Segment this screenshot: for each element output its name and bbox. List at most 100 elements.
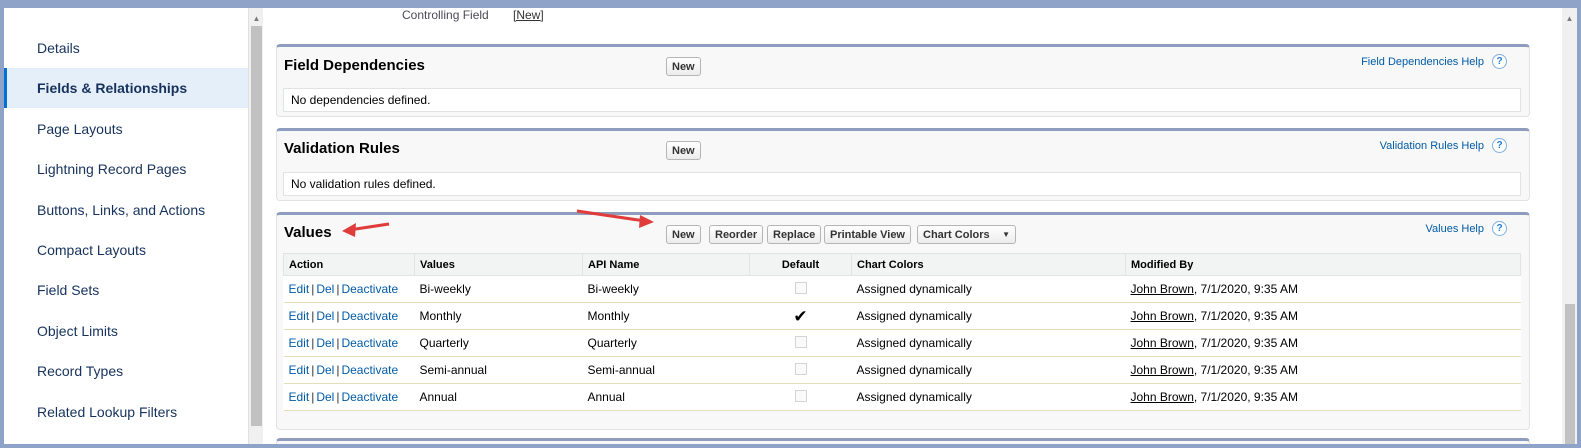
sidebar-item-label: Related Lookup Filters — [37, 404, 178, 420]
deactivate-link[interactable]: Deactivate — [341, 363, 398, 377]
field-dependencies-help-link[interactable]: Field Dependencies Help — [1361, 56, 1484, 68]
cell-api-name: Semi-annual — [582, 356, 750, 384]
controlling-field-row: Controlling Field [New] — [402, 8, 544, 22]
sidebar-item-related-lookup-filters[interactable]: Related Lookup Filters — [4, 392, 248, 432]
validation-rules-new-button[interactable]: New — [666, 141, 701, 160]
help-icon[interactable]: ? — [1492, 54, 1507, 69]
reorder-button[interactable]: Reorder — [709, 225, 764, 244]
sidebar-item-label: Field Sets — [37, 282, 100, 298]
sidebar-item-label: Object Limits — [37, 323, 118, 339]
scroll-up-arrow-icon[interactable]: ▲ — [249, 12, 264, 26]
modified-by-user-link[interactable]: John Brown — [1131, 282, 1194, 296]
edit-link[interactable]: Edit — [289, 336, 310, 350]
main-scrollbar-thumb[interactable] — [1565, 304, 1575, 444]
edit-link[interactable]: Edit — [289, 282, 310, 296]
cell-default — [749, 356, 852, 384]
del-link[interactable]: Del — [316, 336, 334, 350]
default-checkbox — [794, 362, 807, 375]
modified-date: , 7/1/2020, 9:35 AM — [1193, 390, 1298, 404]
app-frame: Details Fields & Relationships Page Layo… — [4, 8, 1577, 444]
cell-default: ✔ — [749, 302, 852, 330]
sidebar: Details Fields & Relationships Page Layo… — [4, 8, 248, 444]
values-table-body: Edit | Del | Deactivate Bi-weekly Bi-weekly … — [283, 275, 1521, 411]
edit-link[interactable]: Edit — [289, 390, 310, 404]
deactivate-link[interactable]: Deactivate — [341, 390, 398, 404]
del-link[interactable]: Del — [316, 309, 334, 323]
sidebar-item-compact-layouts[interactable]: Compact Layouts — [4, 230, 248, 270]
cell-default — [749, 383, 852, 411]
next-section-partial — [276, 438, 1530, 444]
edit-link[interactable]: Edit — [289, 363, 310, 377]
replace-button[interactable]: Replace — [767, 225, 822, 244]
cell-chart-color: Assigned dynamically — [851, 275, 1126, 303]
help-icon[interactable]: ? — [1492, 221, 1507, 236]
field-dependencies-message: No dependencies defined. — [283, 88, 1521, 112]
values-help[interactable]: Values Help ? — [1426, 221, 1507, 236]
scroll-up-arrow-icon[interactable]: ▲ — [1562, 12, 1577, 26]
cell-modified-by: John Brown, 7/1/2020, 9:35 AM — [1125, 329, 1521, 357]
main-content: Controlling Field [New] Field Dependenci… — [272, 8, 1530, 444]
row-actions: Edit | Del | Deactivate — [283, 302, 415, 330]
default-checkbox — [794, 281, 807, 294]
del-link[interactable]: Del — [316, 390, 334, 404]
sidebar-item-lightning-record-pages[interactable]: Lightning Record Pages — [4, 149, 248, 189]
values-help-link[interactable]: Values Help — [1426, 223, 1485, 235]
validation-rules-help[interactable]: Validation Rules Help ? — [1380, 138, 1507, 153]
column-header-chart-colors: Chart Colors — [851, 253, 1126, 276]
cell-modified-by: John Brown, 7/1/2020, 9:35 AM — [1125, 356, 1521, 384]
column-header-action: Action — [283, 253, 415, 276]
sidebar-item-fields-relationships[interactable]: Fields & Relationships — [4, 68, 248, 108]
modified-by-user-link[interactable]: John Brown — [1131, 363, 1194, 377]
validation-rules-title: Validation Rules — [284, 140, 400, 157]
main-scrollbar[interactable]: ▲ — [1562, 8, 1577, 444]
column-header-api-name: API Name — [582, 253, 750, 276]
sidebar-item-buttons-links-actions[interactable]: Buttons, Links, and Actions — [4, 190, 248, 230]
cell-api-name: Bi-weekly — [582, 275, 750, 303]
field-dependencies-new-button[interactable]: New — [666, 57, 701, 76]
sidebar-item-label: Buttons, Links, and Actions — [37, 202, 206, 218]
cell-value: Bi-weekly — [414, 275, 583, 303]
modified-by-user-link[interactable]: John Brown — [1131, 336, 1194, 350]
del-link[interactable]: Del — [316, 363, 334, 377]
edit-link[interactable]: Edit — [289, 309, 310, 323]
table-row: Edit | Del | Deactivate Quarterly Quarterly … — [283, 329, 1521, 357]
chart-colors-label: Chart Colors — [923, 228, 990, 241]
sidebar-item-label: Fields & Relationships — [37, 80, 188, 96]
table-row: Edit | Del | Deactivate Semi-annual Semi-ann… — [283, 356, 1521, 384]
validation-rules-help-link[interactable]: Validation Rules Help — [1380, 140, 1484, 152]
table-row: Edit | Del | Deactivate Annual Annual Assign… — [283, 383, 1521, 411]
cell-modified-by: John Brown, 7/1/2020, 9:35 AM — [1125, 275, 1521, 303]
cell-api-name: Annual — [582, 383, 750, 411]
modified-by-user-link[interactable]: John Brown — [1131, 390, 1194, 404]
cell-value: Monthly — [414, 302, 583, 330]
sidebar-scrollbar[interactable]: ▲ — [248, 8, 263, 444]
del-link[interactable]: Del — [316, 282, 334, 296]
row-actions: Edit | Del | Deactivate — [283, 356, 415, 384]
sidebar-item-page-layouts[interactable]: Page Layouts — [4, 109, 248, 149]
cell-value: Annual — [414, 383, 583, 411]
sidebar-item-object-limits[interactable]: Object Limits — [4, 311, 248, 351]
sidebar-item-field-sets[interactable]: Field Sets — [4, 270, 248, 310]
deactivate-link[interactable]: Deactivate — [341, 282, 398, 296]
column-header-modified-by: Modified By — [1125, 253, 1521, 276]
help-icon[interactable]: ? — [1492, 138, 1507, 153]
sidebar-item-record-types[interactable]: Record Types — [4, 351, 248, 391]
controlling-field-new-link[interactable]: [New] — [513, 8, 544, 22]
cell-chart-color: Assigned dynamically — [851, 302, 1126, 330]
cell-default — [749, 329, 852, 357]
sidebar-item-label: Compact Layouts — [37, 242, 146, 258]
deactivate-link[interactable]: Deactivate — [341, 336, 398, 350]
chart-colors-dropdown[interactable]: Chart Colors ▼ — [917, 225, 1016, 244]
field-dependencies-help[interactable]: Field Dependencies Help ? — [1361, 54, 1507, 69]
printable-view-button[interactable]: Printable View — [824, 225, 911, 244]
table-header-row: Action Values API Name Default Chart Col… — [283, 253, 1521, 276]
cell-modified-by: John Brown, 7/1/2020, 9:35 AM — [1125, 302, 1521, 330]
deactivate-link[interactable]: Deactivate — [341, 309, 398, 323]
sidebar-item-details[interactable]: Details — [4, 28, 248, 68]
values-table: Action Values API Name Default Chart Col… — [283, 253, 1521, 411]
sidebar-scrollbar-thumb[interactable] — [251, 26, 262, 426]
values-new-button[interactable]: New — [666, 225, 701, 244]
field-dependencies-section: Field Dependencies New Field Dependencie… — [276, 44, 1530, 117]
cell-value: Quarterly — [414, 329, 583, 357]
modified-by-user-link[interactable]: John Brown — [1131, 309, 1194, 323]
